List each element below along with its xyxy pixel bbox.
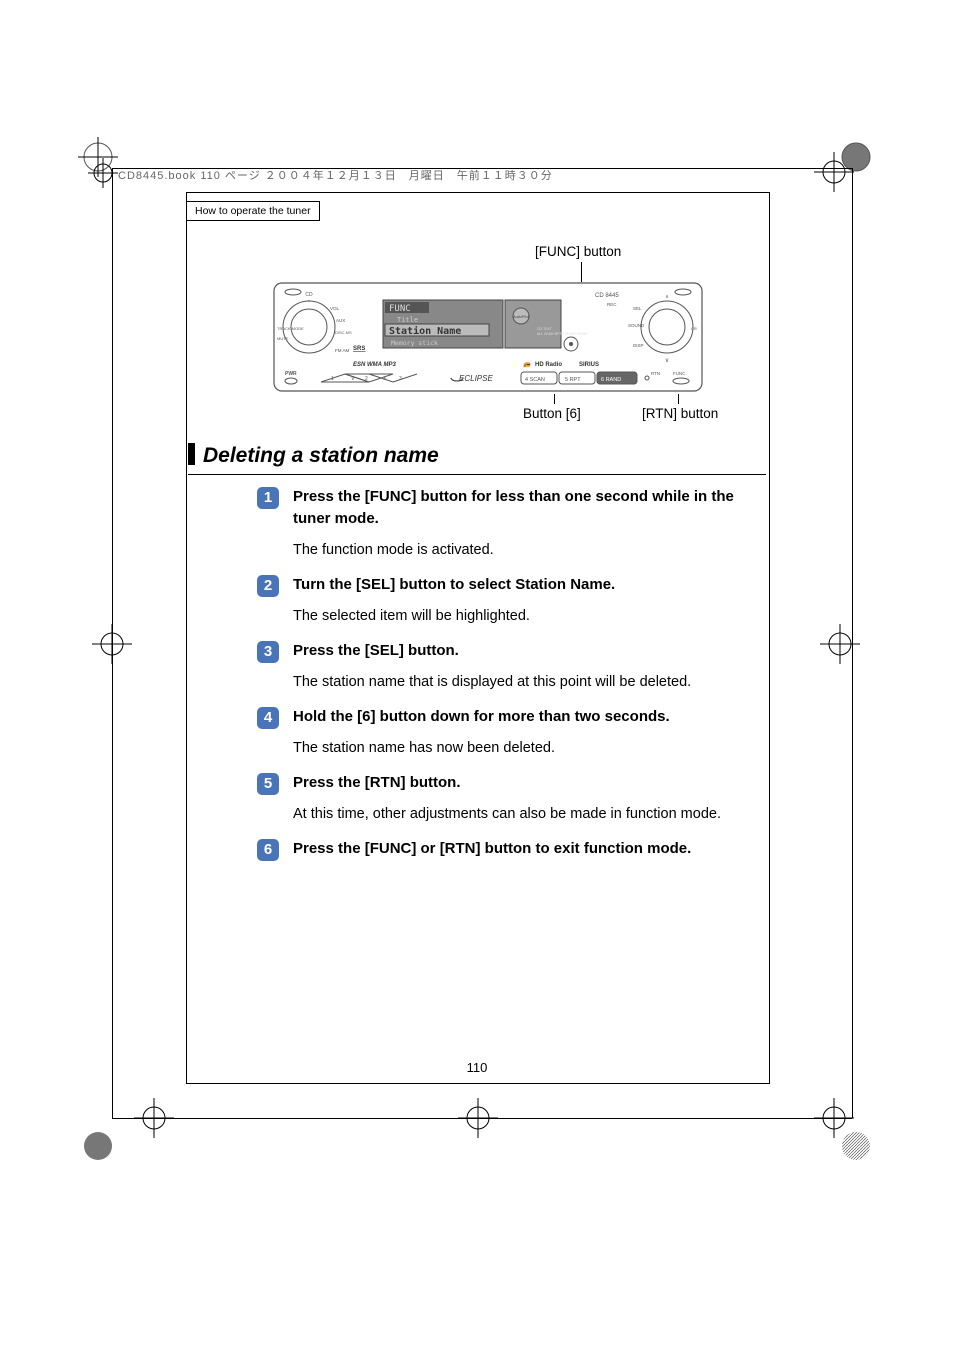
steps-list: 1 Press the [FUNC] button for less than … — [257, 482, 763, 863]
svg-text:ECLIPSE: ECLIPSE — [459, 374, 493, 383]
callout-line — [678, 394, 679, 404]
step-1: 1 Press the [FUNC] button for less than … — [257, 486, 763, 570]
callout-func-label: [FUNC] button — [535, 244, 621, 259]
crop-line — [112, 1118, 852, 1119]
step-badge: 3 — [257, 641, 279, 663]
step-desc: The station name has now been deleted. — [293, 738, 763, 758]
svg-text:SIRIUS: SIRIUS — [579, 362, 599, 368]
step-desc: The station name that is displayed at th… — [293, 672, 763, 692]
breadcrumb: How to operate the tuner — [186, 201, 320, 221]
svg-text:♦: ♦ — [308, 298, 310, 303]
step-desc: The function mode is activated. — [293, 540, 763, 560]
svg-text:∨: ∨ — [665, 358, 669, 364]
svg-text:SEL: SEL — [633, 306, 642, 311]
svg-text:SRS: SRS — [353, 346, 365, 352]
step-badge: 5 — [257, 773, 279, 795]
svg-text:4 SCAN: 4 SCAN — [525, 377, 545, 383]
step-title: Press the [FUNC] or [RTN] button to exit… — [293, 838, 763, 860]
svg-text:VOL: VOL — [330, 306, 340, 311]
svg-text:Station Name: Station Name — [389, 325, 461, 337]
svg-text:CD TEXT: CD TEXT — [537, 327, 553, 331]
page-number: 110 — [0, 1060, 954, 1075]
svg-text:2: 2 — [365, 376, 368, 382]
print-header: CD8445.book 110 ページ ２００４年１２月１３日 月曜日 午前１１… — [118, 167, 553, 183]
svg-text:∧: ∧ — [665, 294, 669, 300]
svg-text:ESN WMA MP3: ESN WMA MP3 — [353, 362, 396, 368]
svg-text:6 RAND: 6 RAND — [601, 377, 621, 383]
device-illustration: CD ♦ VOL AUX DISC MS MUTE FM AM TRACK MO… — [273, 282, 703, 392]
step-title: Hold the [6] button down for more than t… — [293, 706, 763, 728]
crop-mark-icon — [836, 1126, 876, 1166]
svg-text:1: 1 — [331, 376, 334, 382]
svg-text:3: 3 — [399, 376, 402, 382]
step-title: Press the [SEL] button. — [293, 640, 763, 662]
step-2: 2 Turn the [SEL] button to select Statio… — [257, 574, 763, 636]
svg-text:HD Radio: HD Radio — [535, 362, 562, 368]
callout-line — [581, 262, 582, 282]
svg-text:PWR: PWR — [285, 371, 297, 377]
crop-mark-icon — [88, 158, 118, 188]
svg-text:RTN: RTN — [651, 371, 660, 376]
crop-mark-icon — [836, 137, 876, 177]
callout-line — [554, 394, 555, 404]
section-title: Deleting a station name — [203, 444, 439, 467]
svg-text:∨: ∨ — [351, 376, 355, 382]
section-heading: Deleting a station name — [188, 443, 766, 475]
step-desc: At this time, other adjustments can also… — [293, 804, 763, 824]
step-desc: The selected item will be highlighted. — [293, 606, 763, 626]
crop-mark-icon — [78, 1126, 118, 1166]
step-4: 4 Hold the [6] button down for more than… — [257, 706, 763, 768]
step-3: 3 Press the [SEL] button. The station na… — [257, 640, 763, 702]
svg-text:DISP: DISP — [633, 343, 644, 348]
step-title: Turn the [SEL] button to select Station … — [293, 574, 763, 596]
callout-btn6-label: Button [6] — [523, 406, 581, 421]
svg-text:CD 8445: CD 8445 — [595, 293, 619, 299]
svg-text:FM AM: FM AM — [335, 348, 350, 353]
step-badge: 4 — [257, 707, 279, 729]
svg-text:REC: REC — [607, 302, 617, 307]
svg-text:TRACK MODE: TRACK MODE — [277, 326, 304, 331]
crop-line — [112, 168, 113, 1118]
crop-mark-icon — [820, 624, 860, 664]
svg-text:SOUND: SOUND — [628, 323, 645, 328]
step-badge: 2 — [257, 575, 279, 597]
step-6: 6 Press the [FUNC] or [RTN] button to ex… — [257, 838, 763, 861]
step-badge: 6 — [257, 839, 279, 861]
svg-text:Title: Title — [397, 316, 418, 324]
step-title: Press the [RTN] button. — [293, 772, 763, 794]
svg-text:Memory stick: Memory stick — [391, 339, 438, 347]
step-title: Press the [FUNC] button for less than on… — [293, 486, 763, 530]
svg-text:DISC MS: DISC MS — [335, 330, 352, 335]
svg-text:5 RPT: 5 RPT — [565, 377, 581, 383]
svg-text:FUNC: FUNC — [673, 371, 686, 376]
svg-text:AUX: AUX — [336, 318, 345, 323]
svg-text:AudioPilot: AudioPilot — [513, 315, 529, 319]
svg-text:CR: CR — [691, 326, 697, 331]
step-badge: 1 — [257, 487, 279, 509]
step-5: 5 Press the [RTN] button. At this time, … — [257, 772, 763, 834]
crop-line — [852, 168, 853, 1118]
callout-rtn-label: [RTN] button — [642, 406, 718, 421]
svg-text:MUTE: MUTE — [277, 336, 289, 341]
svg-text:∧: ∧ — [383, 376, 387, 382]
svg-text:ALL SCAN RPT FOLDER RAND: ALL SCAN RPT FOLDER RAND — [537, 332, 588, 336]
svg-text:FUNC: FUNC — [389, 304, 411, 314]
